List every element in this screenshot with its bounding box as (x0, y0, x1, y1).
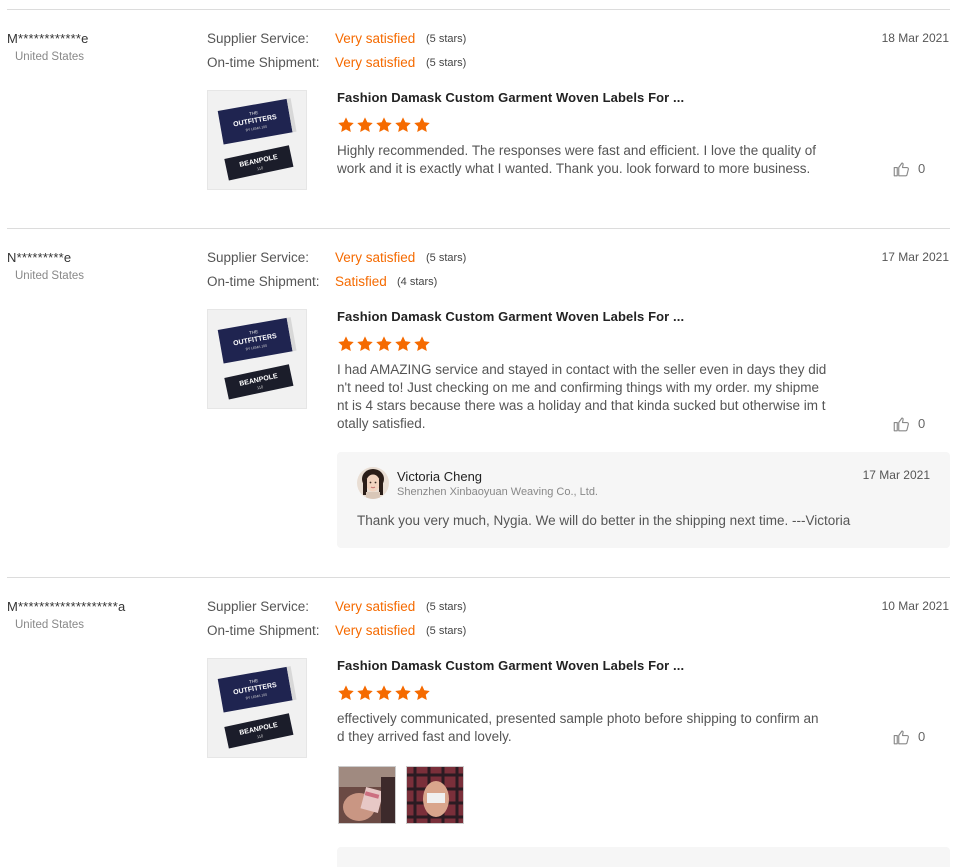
star-icon (414, 685, 430, 701)
review-date: 10 Mar 2021 (881, 599, 949, 613)
review-text: Highly recommended. The responses were f… (337, 143, 817, 176)
product-thumbnail[interactable]: THE OUTFITTERS BY LEMA 100 BEANPOLE 110 (207, 658, 307, 758)
shipment-label: On-time Shipment: (207, 623, 320, 638)
supplier-reply: Victoria Cheng Shenzhen Xinbaoyuan Weavi… (337, 452, 950, 548)
review-text: effectively communicated, presented samp… (337, 711, 819, 744)
reviewer-name: M************e (7, 31, 89, 46)
supplier-service-stars: (5 stars) (426, 33, 467, 45)
star-icon (376, 336, 392, 352)
supplier-service-stars: (5 stars) (426, 601, 467, 613)
like-button[interactable]: 0 (892, 415, 952, 435)
star-icon (376, 117, 392, 133)
like-button[interactable]: 0 (892, 160, 952, 180)
supplier-service-value: Very satisfied (335, 250, 416, 265)
rating-stars (337, 116, 432, 134)
star-icon (395, 336, 411, 352)
shipment-label: On-time Shipment: (207, 55, 320, 70)
star-icon (357, 117, 373, 133)
product-title-link[interactable]: Fashion Damask Custom Garment Woven Labe… (337, 309, 684, 324)
product-title-link[interactable]: Fashion Damask Custom Garment Woven Labe… (337, 658, 684, 673)
supplier-service-value: Very satisfied (335, 31, 416, 46)
like-count: 0 (918, 729, 926, 744)
star-icon (357, 336, 373, 352)
shipment-value: Very satisfied (335, 55, 416, 70)
shipment-stars: (4 stars) (397, 276, 438, 288)
reviewer-name: M*******************a (7, 599, 126, 614)
reply-author-name: Victoria Cheng (397, 469, 483, 484)
product-thumbnail[interactable]: THE OUTFITTERS BY LEMA 100 BEANPOLE 110 (207, 90, 307, 190)
reviewer-country: United States (15, 51, 85, 63)
review-photo[interactable] (338, 766, 396, 824)
star-icon (338, 685, 354, 701)
reply-text: Thank you very much, Nygia. We will do b… (357, 513, 851, 528)
star-icon (414, 117, 430, 133)
like-button[interactable]: 0 (892, 728, 952, 748)
supplier-service-label: Supplier Service: (207, 31, 310, 46)
divider (7, 9, 950, 10)
review-date: 18 Mar 2021 (881, 31, 949, 45)
star-icon (414, 336, 430, 352)
supplier-service-label: Supplier Service: (207, 250, 310, 265)
reviewer-country: United States (15, 619, 85, 631)
review-date: 17 Mar 2021 (881, 250, 949, 264)
reply-company: Shenzhen Xinbaoyuan Weaving Co., Ltd. (397, 486, 598, 498)
rating-stars (337, 684, 432, 702)
supplier-service-label: Supplier Service: (207, 599, 310, 614)
star-icon (395, 117, 411, 133)
review-photo[interactable] (406, 766, 464, 824)
product-title-link[interactable]: Fashion Damask Custom Garment Woven Labe… (337, 90, 684, 105)
rating-stars (337, 335, 432, 353)
shipment-stars: (5 stars) (426, 625, 467, 637)
like-count: 0 (918, 161, 926, 176)
like-count: 0 (918, 416, 926, 431)
shipment-value: Very satisfied (335, 623, 416, 638)
star-icon (376, 685, 392, 701)
reviewer-name: N*********e (7, 250, 72, 265)
reviewer-country: United States (15, 270, 85, 282)
divider (7, 228, 950, 229)
star-icon (357, 685, 373, 701)
shipment-value: Satisfied (335, 274, 387, 289)
star-icon (338, 117, 354, 133)
reply-box-partial (337, 847, 950, 867)
shipment-stars: (5 stars) (426, 57, 467, 69)
shipment-label: On-time Shipment: (207, 274, 320, 289)
reply-date: 17 Mar 2021 (862, 468, 930, 482)
star-icon (395, 685, 411, 701)
star-icon (338, 336, 354, 352)
divider (7, 577, 950, 578)
product-thumbnail[interactable]: THE OUTFITTERS BY LEMA 100 BEANPOLE 110 (207, 309, 307, 409)
supplier-service-stars: (5 stars) (426, 252, 467, 264)
supplier-service-value: Very satisfied (335, 599, 416, 614)
avatar (357, 467, 389, 499)
review-text: I had AMAZING service and stayed in cont… (337, 362, 827, 431)
